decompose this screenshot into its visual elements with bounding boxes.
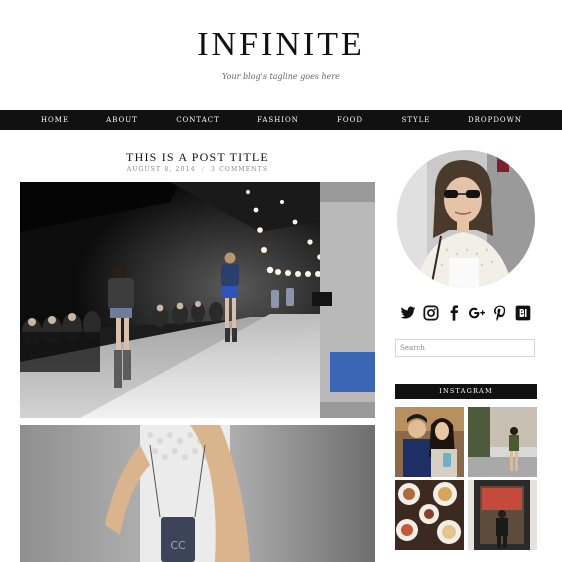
avatar-photo [397, 150, 535, 288]
instagram-photo-food [395, 480, 464, 550]
nav-item-style[interactable]: STYLE [402, 110, 431, 130]
instagram-photo-friends [395, 407, 464, 477]
runway-photo [20, 182, 375, 418]
instagram-thumb[interactable] [468, 480, 537, 550]
meta-separator: / [201, 166, 205, 173]
svg-text:CC: CC [170, 539, 186, 552]
instagram-photo-doorway [468, 480, 537, 550]
post-date: AUGUST 8, 2014 [126, 166, 196, 173]
profile-avatar[interactable] [397, 150, 535, 288]
nav-item-food[interactable]: FOOD [337, 110, 363, 130]
closeup-photo: CC [20, 425, 375, 562]
post-image-runway[interactable] [20, 182, 375, 418]
post-image-closeup[interactable]: CC [20, 425, 375, 562]
site-tagline: Your blog's tagline goes here [222, 72, 340, 81]
site-title[interactable]: INFINITE [0, 26, 562, 64]
post-meta: AUGUST 8, 2014 / 3 COMMENTS [20, 166, 375, 173]
instagram-thumb[interactable] [468, 407, 537, 477]
instagram-heading: INSTAGRAM [395, 384, 537, 399]
instagram-thumb[interactable] [395, 407, 464, 477]
bloglovin-icon[interactable] [515, 305, 531, 321]
instagram-thumb[interactable] [395, 480, 464, 550]
pinterest-icon[interactable] [492, 305, 508, 321]
nav-item-dropdown[interactable]: DROPDOWN [468, 110, 522, 130]
nav-item-about[interactable]: ABOUT [106, 110, 138, 130]
twitter-icon[interactable] [400, 305, 416, 321]
post-comments-link[interactable]: 3 COMMENTS [211, 166, 268, 173]
main-navbar: HOME ABOUT CONTACT FASHION FOOD STYLE DR… [0, 110, 562, 130]
instagram-photo-street [468, 407, 537, 477]
search-input[interactable] [395, 339, 535, 357]
post-title[interactable]: THIS IS A POST TITLE [20, 150, 375, 165]
nav-item-contact[interactable]: CONTACT [176, 110, 220, 130]
nav-item-home[interactable]: HOME [41, 110, 69, 130]
instagram-icon[interactable] [423, 305, 439, 321]
facebook-icon[interactable] [446, 305, 462, 321]
nav-item-fashion[interactable]: FASHION [257, 110, 299, 130]
google-plus-icon[interactable] [469, 305, 485, 321]
